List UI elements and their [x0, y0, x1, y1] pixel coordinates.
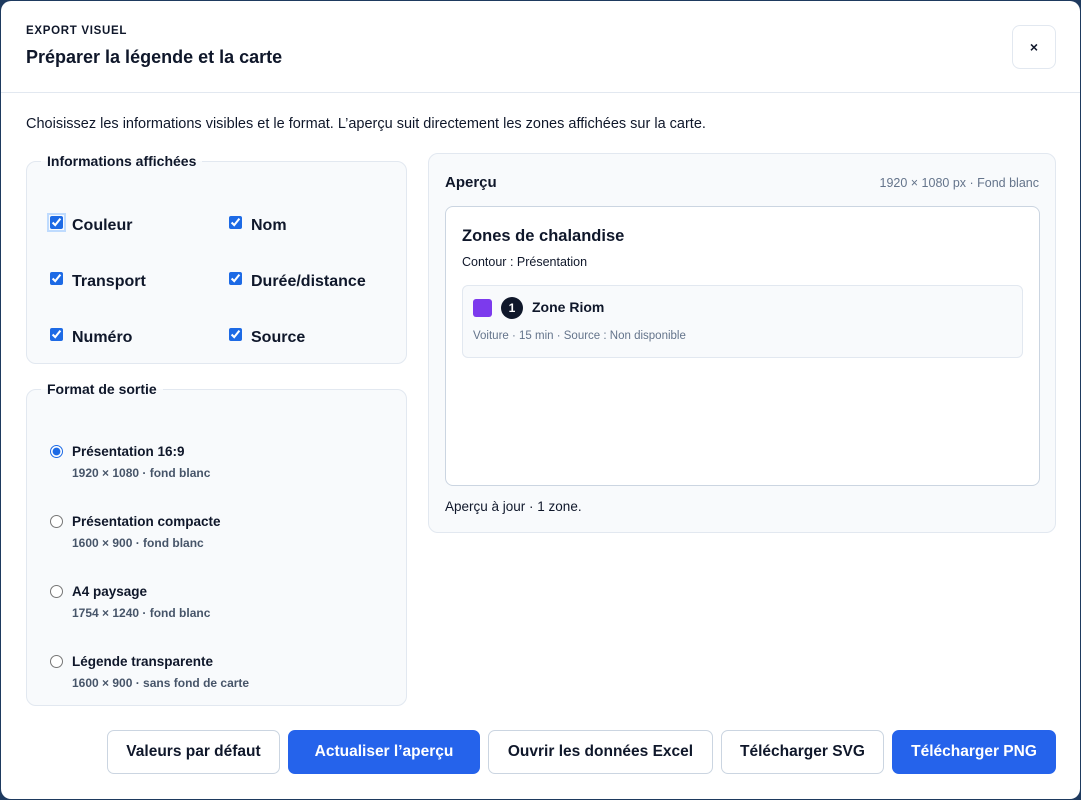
zone-list-item: 1 Zone Riom Voiture · 15 min · Source : …	[462, 285, 1023, 358]
zone-number-badge: 1	[501, 297, 523, 319]
format-subtitle: 1600 × 900 · fond blanc	[72, 536, 204, 550]
option-duree-distance-label: Durée/distance	[251, 273, 366, 290]
option-numero[interactable]: Numéro	[50, 328, 132, 347]
checkbox-source[interactable]	[229, 328, 242, 341]
preview-status: Aperçu à jour · 1 zone.	[445, 499, 582, 514]
dialog-eyebrow: EXPORT VISUEL	[26, 25, 128, 37]
close-button[interactable]: ×	[1012, 25, 1056, 69]
format-title: Présentation 16:9	[72, 444, 185, 459]
option-couleur[interactable]: Couleur	[47, 213, 133, 235]
checkbox-transport[interactable]	[50, 272, 63, 285]
option-source[interactable]: Source	[229, 328, 305, 347]
format-title: Présentation compacte	[72, 514, 221, 529]
dialog-header: EXPORT VISUEL Préparer la légende et la …	[1, 1, 1080, 93]
format-legend: Format de sortie	[47, 381, 157, 397]
export-dialog: EXPORT VISUEL Préparer la légende et la …	[1, 1, 1080, 799]
radio-transparente[interactable]	[50, 655, 63, 668]
preview-panel: Aperçu 1920 × 1080 px · Fond blanc Zones…	[428, 153, 1056, 533]
info-fieldset: Informations affichées Couleur Nom Trans…	[26, 153, 407, 364]
preview-meta: 1920 × 1080 px · Fond blanc	[879, 176, 1040, 190]
format-option-a4[interactable]: A4 paysage 1754 × 1240 · fond blanc	[50, 584, 211, 620]
option-nom[interactable]: Nom	[229, 216, 287, 235]
checkbox-numero[interactable]	[50, 328, 63, 341]
zone-name: Zone Riom	[532, 299, 605, 315]
checkbox-nom[interactable]	[229, 216, 242, 229]
download-svg-button[interactable]: Télécharger SVG	[721, 730, 884, 774]
defaults-button[interactable]: Valeurs par défaut	[107, 730, 280, 774]
option-source-label: Source	[251, 329, 306, 346]
download-png-button[interactable]: Télécharger PNG	[892, 730, 1056, 774]
radio-compacte[interactable]	[50, 515, 63, 528]
format-title: A4 paysage	[72, 584, 148, 599]
zone-color-swatch	[473, 299, 492, 317]
format-fieldset: Format de sortie Présentation 16:9 1920 …	[26, 381, 407, 706]
option-numero-label: Numéro	[72, 329, 133, 346]
format-subtitle: 1754 × 1240 · fond blanc	[72, 606, 211, 620]
option-couleur-label: Couleur	[72, 217, 133, 234]
format-option-transparente[interactable]: Légende transparente 1600 × 900 · sans f…	[50, 654, 250, 690]
open-excel-button[interactable]: Ouvrir les données Excel	[488, 730, 713, 774]
close-icon: ×	[1029, 39, 1039, 55]
option-transport[interactable]: Transport	[50, 272, 146, 291]
checkbox-couleur[interactable]	[47, 213, 66, 232]
zone-details: Voiture · 15 min · Source : Non disponib…	[473, 330, 686, 342]
info-legend: Informations affichées	[47, 153, 197, 169]
format-title: Légende transparente	[72, 654, 214, 669]
preview-title: Aperçu	[445, 174, 497, 191]
format-subtitle: 1600 × 900 · sans fond de carte	[72, 676, 250, 690]
checkbox-duree-distance[interactable]	[229, 272, 242, 285]
format-subtitle: 1920 × 1080 · fond blanc	[72, 466, 211, 480]
preview-card: Zones de chalandise Contour : Présentati…	[445, 206, 1040, 486]
refresh-preview-button[interactable]: Actualiser l’aperçu	[288, 730, 480, 774]
dialog-title: Préparer la légende et la carte	[26, 47, 283, 67]
option-nom-label: Nom	[251, 217, 287, 234]
radio-16-9[interactable]	[50, 445, 63, 458]
format-option-compacte[interactable]: Présentation compacte 1600 × 900 · fond …	[50, 514, 221, 550]
option-duree-distance[interactable]: Durée/distance	[229, 272, 366, 291]
preview-card-title: Zones de chalandise	[462, 227, 625, 245]
intro-text: Choisissez les informations visibles et …	[26, 116, 706, 132]
radio-a4[interactable]	[50, 585, 63, 598]
preview-card-subtitle: Contour : Présentation	[462, 255, 588, 269]
option-transport-label: Transport	[72, 273, 146, 290]
format-option-16-9[interactable]: Présentation 16:9 1920 × 1080 · fond bla…	[50, 444, 211, 480]
